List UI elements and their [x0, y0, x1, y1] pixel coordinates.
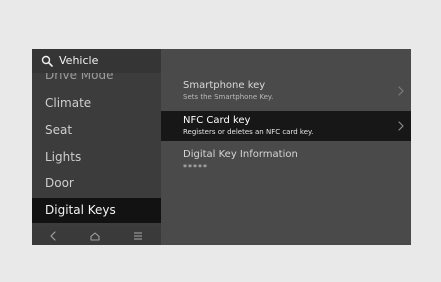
- sidebar-item-lights[interactable]: Lights: [45, 149, 81, 165]
- nfc-card-key-description: Registers or deletes an NFC card key.: [183, 128, 314, 136]
- vehicle-sidebar: Vehicle Drive Mode Climate Seat Lights D…: [32, 49, 161, 245]
- vehicle-settings-screen: Vehicle Drive Mode Climate Seat Lights D…: [32, 49, 411, 245]
- nfc-card-key-title: NFC Card key: [183, 115, 251, 126]
- search-title: Vehicle: [59, 54, 99, 67]
- smartphone-key-row[interactable]: Smartphone key Sets the Smartphone Key.: [161, 76, 411, 106]
- digital-keys-content: Smartphone key Sets the Smartphone Key. …: [161, 49, 411, 245]
- home-icon[interactable]: [89, 230, 101, 242]
- chevron-right-icon: [398, 86, 404, 96]
- digital-key-information-row: Digital Key Information *****: [161, 145, 411, 175]
- content-empty-area: [161, 175, 411, 245]
- sidebar-item-seat[interactable]: Seat: [45, 122, 72, 138]
- search-icon: [41, 55, 53, 67]
- chevron-right-icon: [398, 121, 404, 131]
- menu-icon[interactable]: [132, 230, 144, 242]
- smartphone-key-title: Smartphone key: [183, 80, 266, 91]
- sidebar-item-door[interactable]: Door: [45, 175, 74, 191]
- digital-key-information-title: Digital Key Information: [183, 149, 298, 160]
- nfc-card-key-row[interactable]: NFC Card key Registers or deletes an NFC…: [161, 111, 411, 141]
- back-icon[interactable]: [47, 230, 59, 242]
- bottom-navigation: [32, 226, 161, 245]
- search-bar[interactable]: Vehicle: [32, 49, 161, 73]
- sidebar-item-digital-keys[interactable]: Digital Keys: [45, 202, 116, 218]
- sidebar-item-climate[interactable]: Climate: [45, 95, 91, 111]
- digital-key-information-value: *****: [183, 163, 208, 172]
- smartphone-key-description: Sets the Smartphone Key.: [183, 93, 274, 101]
